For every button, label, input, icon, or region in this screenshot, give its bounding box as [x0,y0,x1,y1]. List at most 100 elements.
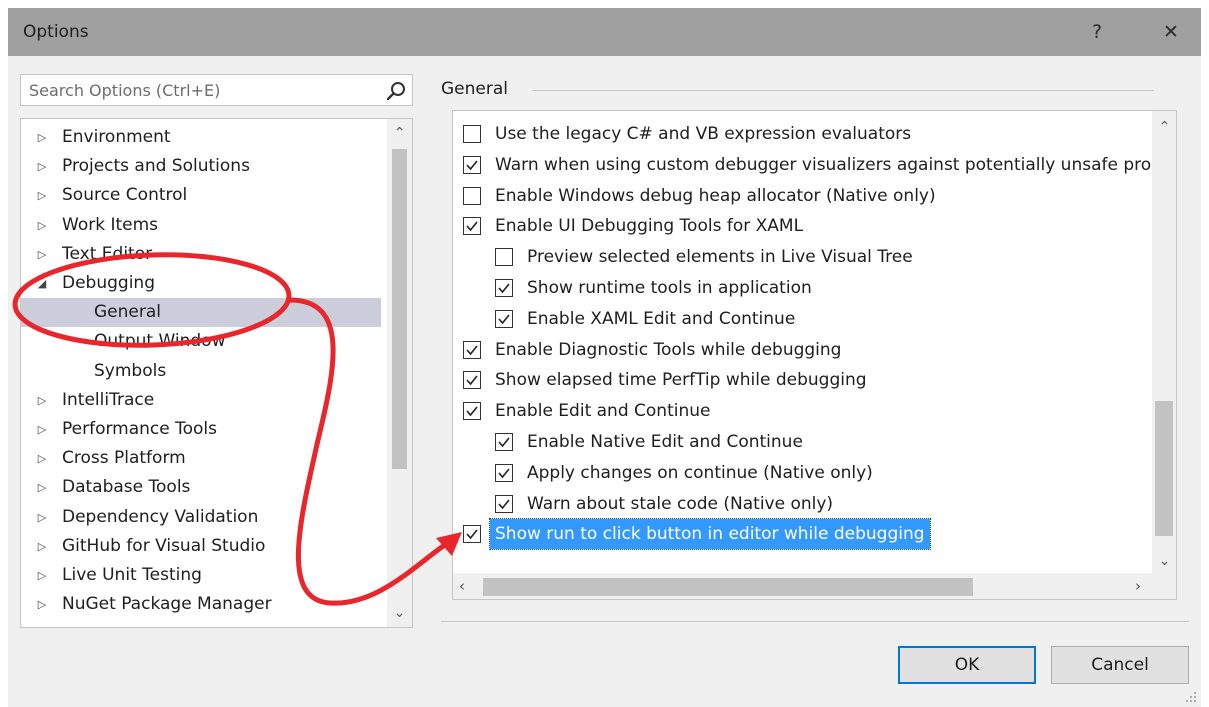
scroll-left-icon[interactable]: ‹ [459,577,465,595]
tree-item[interactable]: ▷ Source Control [21,181,381,210]
collapsed-arrow-icon[interactable]: ▷ [35,590,49,619]
option-checkbox[interactable] [463,125,481,143]
options-panel[interactable]: ⌃ ⌄ ‹ › Use the legacy C# and VB express… [452,110,1177,600]
tree-item-label: Live Unit Testing [62,565,202,585]
title-bar[interactable]: Options ? ✕ [8,8,1201,56]
panel-scroll-up-icon[interactable]: ⌃ [1152,119,1176,135]
collapsed-arrow-icon[interactable]: ▷ [35,386,49,415]
tree-item[interactable]: ▷ IntelliTrace [21,386,381,415]
option-checkbox[interactable] [495,248,513,267]
collapsed-arrow-icon[interactable]: ▷ [35,561,49,590]
section-title: General [441,79,508,99]
collapsed-arrow-icon[interactable]: ▷ [35,181,49,210]
panel-hscroll-thumb[interactable] [483,578,973,596]
tree-item-label: Environment [62,127,171,147]
tree-item-label: GitHub for Visual Studio [62,535,266,556]
panel-vertical-scrollbar[interactable]: ⌃ ⌄ [1152,111,1176,573]
option-checkbox[interactable] [463,155,481,174]
option-label[interactable]: Enable UI Debugging Tools for XAML [490,211,808,241]
option-checkbox[interactable] [463,402,481,421]
options-dialog: Options ? ✕ ⌃ ⌄ ▷ Environment ▷ Projects an… [8,8,1201,707]
option-checkbox[interactable] [495,433,513,451]
option-label[interactable]: Show run to click button in editor while… [489,518,931,551]
tree-item-label: Source Control [62,185,188,206]
tree-item[interactable]: ▷ Text Editor [21,240,381,269]
search-icon[interactable] [386,81,406,101]
tree-item-label: General [94,302,161,323]
collapsed-arrow-icon[interactable]: ▷ [35,532,49,561]
tree-item-label: NuGet Package Manager [62,594,272,615]
collapsed-arrow-icon[interactable]: ▷ [35,123,49,152]
option-label[interactable]: Show runtime tools in application [522,273,817,303]
option-label[interactable]: Enable Edit and Continue [490,396,715,426]
tree-item-label: Work Items [62,214,159,235]
tree-item[interactable]: ▷ Projects and Solutions [21,152,381,181]
close-button[interactable]: ✕ [1154,18,1188,46]
cancel-button[interactable]: Cancel [1051,646,1189,684]
tree-item[interactable]: ▷ GitHub for Visual Studio [21,532,381,561]
tree-item[interactable]: ▷ Dependency Validation [21,503,381,532]
option-checkbox[interactable] [495,494,513,513]
option-label[interactable]: Enable Native Edit and Continue [522,427,808,457]
scroll-right-icon[interactable]: › [1135,577,1141,595]
help-button[interactable]: ? [1080,18,1114,46]
tree-item-label: Projects and Solutions [62,156,250,177]
collapsed-arrow-icon[interactable]: ▷ [35,211,49,240]
option-label[interactable]: Use the legacy C# and VB expression eval… [490,119,916,149]
option-label[interactable]: Enable Windows debug heap allocator (Nat… [490,181,941,211]
scroll-down-icon[interactable]: ⌄ [387,605,412,621]
option-label[interactable]: Preview selected elements in Live Visual… [522,242,918,272]
expanded-arrow-icon[interactable]: ◢ [35,269,49,298]
panel-scroll-down-icon[interactable]: ⌄ [1152,553,1176,569]
option-label[interactable]: Enable Diagnostic Tools while debugging [490,335,846,365]
collapsed-arrow-icon[interactable]: ▷ [35,415,49,444]
option-checkbox[interactable] [463,186,481,205]
tree-item[interactable]: ▷ Work Items [21,211,381,240]
tree-scrollbar[interactable]: ⌃ ⌄ [387,119,412,627]
tree-item-label: Dependency Validation [62,506,259,527]
collapsed-arrow-icon[interactable]: ▷ [35,503,49,532]
option-label[interactable]: Show elapsed time PerfTip while debuggin… [490,365,872,395]
collapsed-arrow-icon[interactable]: ▷ [35,444,49,473]
panel-horizontal-scrollbar[interactable]: ‹ › [453,573,1153,599]
tree-item[interactable]: ▷ Environment [21,123,381,152]
search-box[interactable] [20,74,413,106]
collapsed-arrow-icon[interactable]: ▷ [35,240,49,269]
tree-item-label: Cross Platform [62,448,186,469]
option-label[interactable]: Warn about stale code (Native only) [522,489,838,519]
option-checkbox[interactable] [495,279,513,297]
tree-item[interactable]: Symbols [21,357,381,386]
scroll-corner [1152,573,1176,599]
tree-item-label: Performance Tools [62,419,218,439]
tree-item[interactable]: General [21,298,381,328]
section-divider [532,90,1154,91]
tree-item[interactable]: ▷ NuGet Package Manager [21,590,381,619]
tree-item[interactable]: ▷ Cross Platform [21,444,381,473]
collapsed-arrow-icon[interactable]: ▷ [35,152,49,181]
tree-item-label: Output Window [94,331,226,352]
option-checkbox[interactable] [495,463,513,482]
search-input[interactable] [21,75,376,105]
tree-item-label: Text Editor [62,243,153,264]
scroll-up-icon[interactable]: ⌃ [387,125,412,141]
option-checkbox[interactable] [463,340,481,359]
tree-item[interactable]: ◢ Debugging [21,269,381,298]
tree-item[interactable]: ▷ Live Unit Testing [21,561,381,590]
option-checkbox[interactable] [495,309,513,328]
option-label[interactable]: Apply changes on continue (Native only) [522,458,878,488]
option-checkbox[interactable] [463,217,481,236]
option-label[interactable]: Warn when using custom debugger visualiz… [490,150,1156,180]
tree-scroll-thumb[interactable] [392,149,407,469]
options-tree[interactable]: ⌃ ⌄ ▷ Environment ▷ Projects and Solutions ▷… [20,118,413,628]
option-checkbox[interactable] [463,371,481,390]
panel-vscroll-thumb[interactable] [1155,401,1173,536]
collapsed-arrow-icon[interactable]: ▷ [35,473,49,502]
tree-item[interactable]: ▷ Performance Tools [21,415,381,444]
resize-grip-icon[interactable] [1185,691,1197,703]
tree-item[interactable]: Output Window [21,327,381,356]
ok-button[interactable]: OK [898,646,1036,684]
option-checkbox[interactable] [463,525,481,544]
tree-item[interactable]: ▷ Database Tools [21,473,381,502]
option-label[interactable]: Enable XAML Edit and Continue [522,304,800,334]
tree-item-label: Debugging [62,273,155,293]
